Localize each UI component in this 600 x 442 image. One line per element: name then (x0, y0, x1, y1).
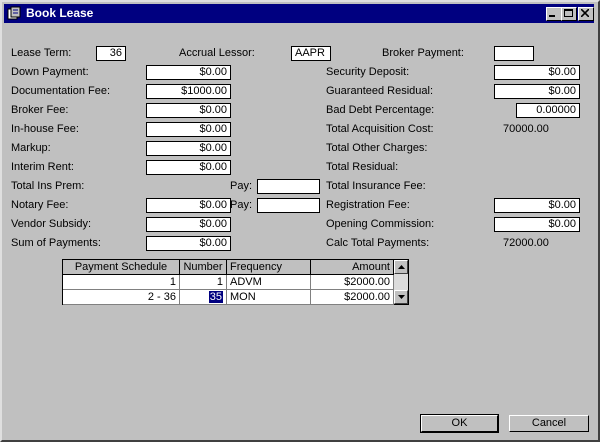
ok-button[interactable]: OK (420, 414, 499, 433)
pay-field-2[interactable] (257, 198, 320, 213)
calc-total-payments-value: 72000.00 (503, 237, 549, 249)
maximize-button[interactable] (561, 7, 577, 21)
total-insurance-fee-label: Total Insurance Fee: (326, 180, 426, 192)
close-button[interactable] (578, 7, 594, 21)
maximize-icon (564, 9, 573, 17)
markup-field[interactable]: $0.00 (146, 141, 231, 156)
total-acquisition-cost-value: 70000.00 (503, 123, 549, 135)
window-title: Book Lease (26, 6, 94, 20)
title-bar: Book Lease (4, 4, 594, 23)
opening-commission-label: Opening Commission: (326, 218, 435, 230)
guaranteed-residual-field[interactable]: $0.00 (494, 84, 580, 99)
scroll-up-button[interactable] (394, 260, 408, 274)
broker-fee-label: Broker Fee: (11, 104, 69, 116)
security-deposit-field[interactable]: $0.00 (494, 65, 580, 80)
row-2-frequency[interactable]: MON (227, 290, 311, 305)
cancel-button[interactable]: Cancel (509, 415, 589, 432)
pay-label-1: Pay: (230, 180, 253, 192)
column-header-payment-schedule[interactable]: Payment Schedule (63, 260, 180, 275)
broker-payment-label: Broker Payment: (382, 47, 464, 59)
down-payment-field[interactable]: $0.00 (146, 65, 231, 80)
documentation-fee-field[interactable]: $1000.00 (146, 84, 231, 99)
opening-commission-field[interactable]: $0.00 (494, 217, 580, 232)
total-ins-prem-label: Total Ins Prem: (11, 180, 85, 192)
column-header-number[interactable]: Number (180, 260, 227, 275)
sum-of-payments-label: Sum of Payments: (11, 237, 101, 249)
registration-fee-label: Registration Fee: (326, 199, 410, 211)
row-2-amount[interactable]: $2000.00 (311, 290, 394, 305)
down-payment-label: Down Payment: (11, 66, 89, 78)
total-residual-label: Total Residual: (326, 161, 399, 173)
interim-rent-label: Interim Rent: (11, 161, 74, 173)
total-other-charges-label: Total Other Charges: (326, 142, 428, 154)
notary-fee-label: Notary Fee: (11, 199, 69, 211)
column-header-frequency[interactable]: Frequency (227, 260, 311, 275)
book-lease-window: Book Lease Lease Term: 36 Down Payment: … (0, 0, 600, 442)
pay-label-2: Pay: (230, 199, 253, 211)
lease-term-label: Lease Term: (11, 47, 72, 59)
row-1-amount[interactable]: $2000.00 (311, 275, 394, 290)
grid-vertical-scrollbar[interactable] (394, 260, 408, 304)
sum-of-payments-field[interactable]: $0.00 (146, 236, 231, 251)
minimize-icon (549, 15, 555, 17)
vendor-subsidy-field[interactable]: $0.00 (146, 217, 231, 232)
scroll-down-button[interactable] (394, 290, 408, 304)
notary-fee-field[interactable]: $0.00 (146, 198, 231, 213)
bad-debt-percentage-label: Bad Debt Percentage: (326, 104, 435, 116)
row-2-number-cell[interactable]: 35 (180, 290, 227, 305)
inhouse-fee-field[interactable]: $0.00 (146, 122, 231, 137)
close-icon (581, 9, 589, 17)
interim-rent-field[interactable]: $0.00 (146, 160, 231, 175)
row-1-number[interactable]: 1 (180, 275, 227, 290)
row-2-number-selected[interactable]: 35 (208, 291, 223, 303)
accrual-lessor-label: Accrual Lessor: (179, 47, 255, 59)
broker-fee-field[interactable]: $0.00 (146, 103, 231, 118)
inhouse-fee-label: In-house Fee: (11, 123, 79, 135)
lease-term-field[interactable]: 36 (96, 46, 126, 61)
row-1-payment-schedule[interactable]: 1 (63, 275, 180, 290)
vendor-subsidy-label: Vendor Subsidy: (11, 218, 92, 230)
calc-total-payments-label: Calc Total Payments: (326, 237, 430, 249)
total-acquisition-cost-label: Total Acquisition Cost: (326, 123, 434, 135)
security-deposit-label: Security Deposit: (326, 66, 410, 78)
arrow-down-icon (398, 295, 405, 299)
broker-payment-field[interactable] (494, 46, 534, 61)
row-2-payment-schedule[interactable]: 2 - 36 (63, 290, 180, 305)
guaranteed-residual-label: Guaranteed Residual: (326, 85, 434, 97)
markup-label: Markup: (11, 142, 51, 154)
app-icon (7, 6, 21, 20)
accrual-lessor-field[interactable]: AAPR (291, 46, 331, 61)
payment-schedule-grid[interactable]: Payment Schedule Number Frequency Amount… (62, 259, 409, 305)
bad-debt-percentage-field[interactable]: 0.00000 (516, 103, 580, 118)
minimize-button[interactable] (546, 7, 562, 21)
row-1-frequency[interactable]: ADVM (227, 275, 311, 290)
registration-fee-field[interactable]: $0.00 (494, 198, 580, 213)
pay-field-1[interactable] (257, 179, 320, 194)
column-header-amount[interactable]: Amount (311, 260, 394, 275)
arrow-up-icon (398, 265, 405, 269)
documentation-fee-label: Documentation Fee: (11, 85, 111, 97)
